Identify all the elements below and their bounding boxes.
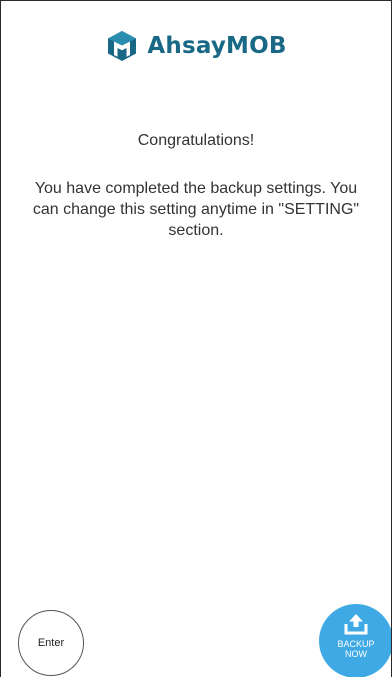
completion-message: You have completed the backup settings. …	[32, 180, 360, 239]
app-name: AhsayMOB	[147, 33, 287, 59]
enter-button-label: Enter	[37, 637, 65, 649]
backup-label-line2: NOW	[345, 649, 367, 659]
app-header: AhsayMOB	[1, 29, 391, 63]
congratulations-title: Congratulations!	[137, 132, 255, 149]
backup-label-line1: BACKUP	[337, 639, 375, 649]
setup-complete-screen: AhsayMOB Congratulations! You have compl…	[0, 0, 392, 677]
backup-now-button[interactable]: BACKUP NOW	[319, 604, 391, 677]
upload-icon	[344, 614, 368, 635]
backup-now-label: BACKUP NOW	[319, 639, 391, 659]
ahsay-cube-logo-icon	[108, 31, 137, 61]
enter-button[interactable]: Enter	[18, 610, 84, 676]
